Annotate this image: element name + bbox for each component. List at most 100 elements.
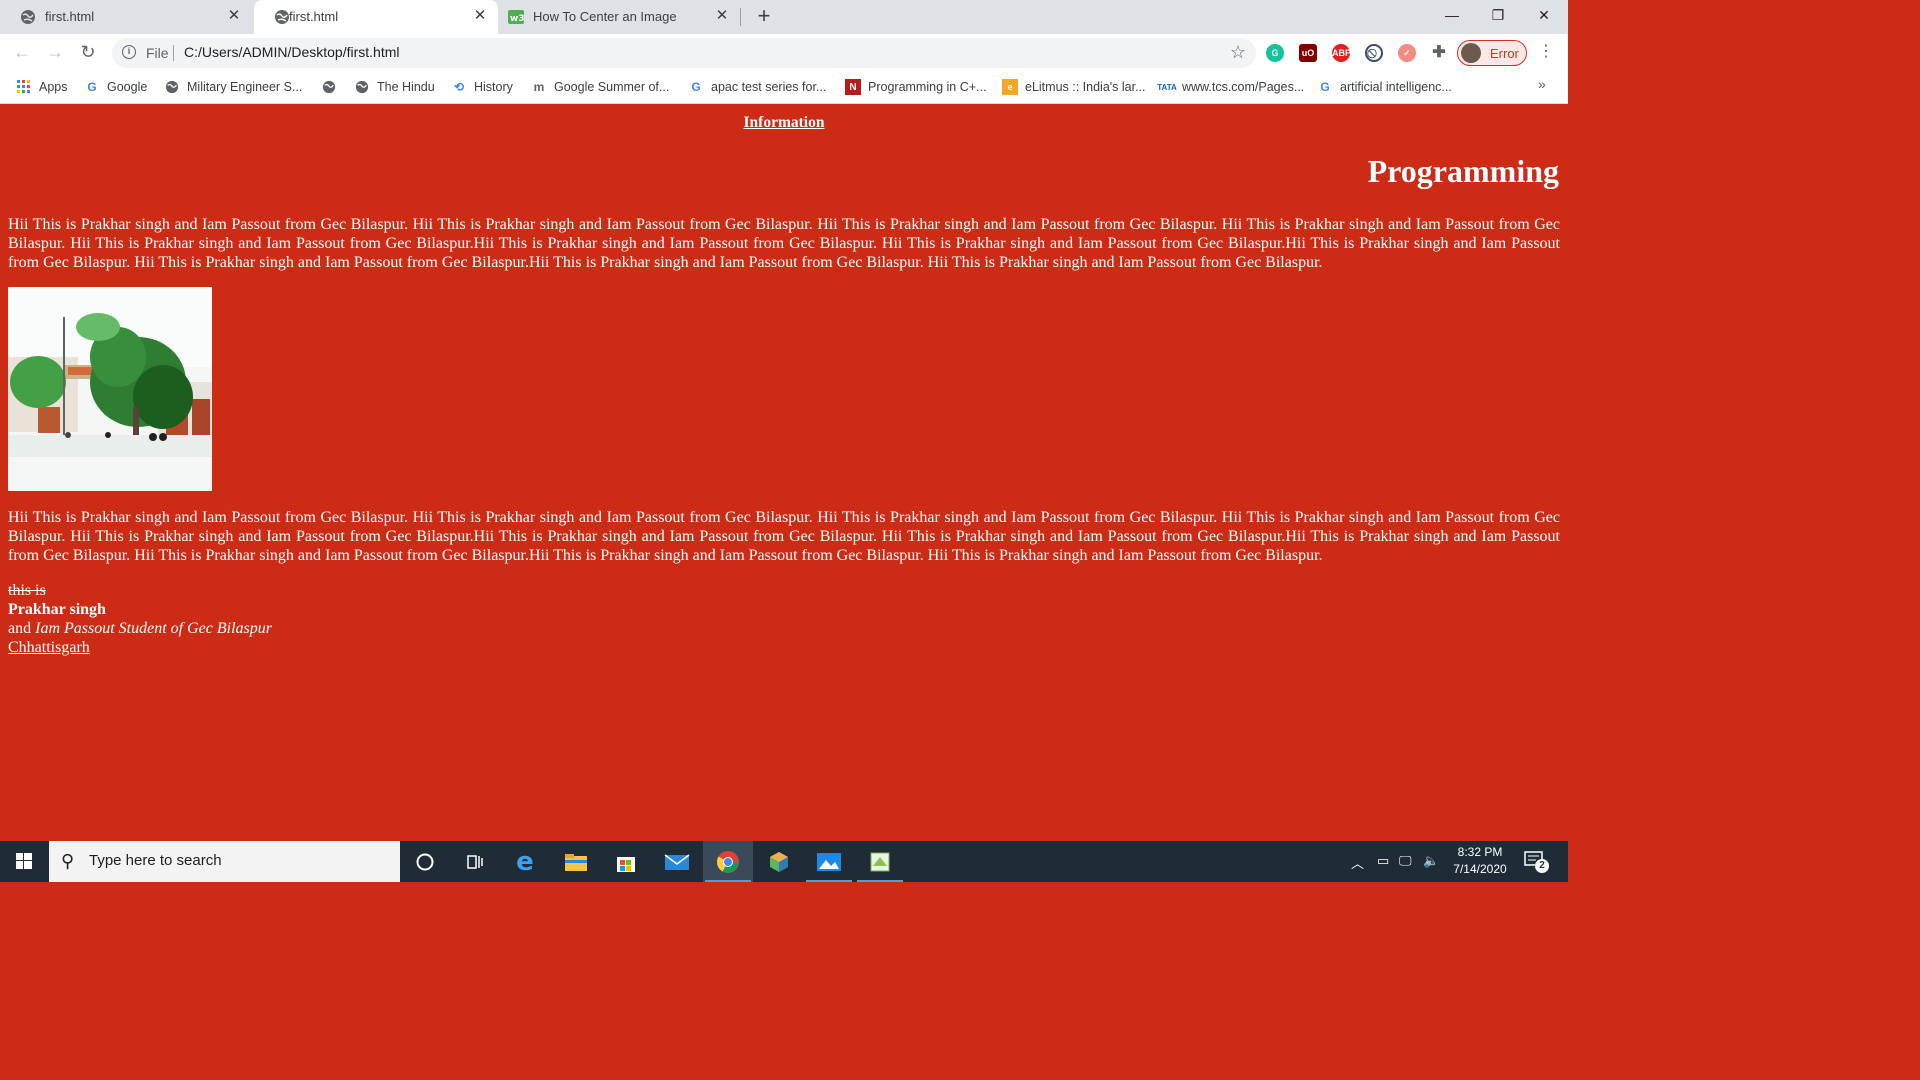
new-tab-button[interactable]: + bbox=[754, 5, 774, 28]
programming-heading: Programming bbox=[1367, 153, 1559, 189]
tab-strip: first.html ✕ first.html ✕ w3 How To Cent… bbox=[0, 0, 1568, 34]
address-bar[interactable]: i File C:/Users/ADMIN/Desktop/first.html… bbox=[112, 38, 1256, 68]
menu-dots-icon[interactable]: ⋮ bbox=[1538, 42, 1554, 62]
bookmark-military-engineer[interactable]: Military Engineer S... bbox=[164, 78, 302, 96]
shield-icon[interactable]: ✓ bbox=[1398, 44, 1416, 62]
svg-text:w3: w3 bbox=[510, 14, 524, 24]
block-icon[interactable]: ⃠ bbox=[1365, 44, 1383, 62]
bookmark-label: eLitmus :: India's lar... bbox=[1025, 80, 1146, 94]
bookmark-google[interactable]: G Google bbox=[84, 78, 147, 96]
notification-center-icon[interactable]: 2 bbox=[1524, 851, 1549, 873]
maximize-button[interactable]: ❐ bbox=[1486, 4, 1510, 26]
bookmark-unnamed[interactable] bbox=[321, 78, 344, 96]
bookmark-label: apac test series for... bbox=[711, 80, 827, 94]
bookmark-label: Military Engineer S... bbox=[187, 80, 303, 94]
apps-grid-icon bbox=[16, 79, 32, 95]
w3schools-icon: w3 bbox=[508, 9, 524, 25]
bookmark-history[interactable]: ⟲ History bbox=[451, 78, 513, 96]
information-heading: Information bbox=[743, 114, 825, 131]
bookmarks-bar: Apps G Google Military Engineer S... The… bbox=[0, 70, 1568, 104]
photos-icon[interactable] bbox=[804, 841, 854, 882]
tab-close-icon[interactable]: ✕ bbox=[472, 8, 488, 24]
profile-button[interactable]: Error bbox=[1457, 40, 1527, 66]
history-icon: ⟲ bbox=[453, 80, 465, 94]
mail-icon[interactable] bbox=[652, 841, 702, 882]
file-explorer-icon[interactable] bbox=[551, 841, 601, 882]
bookmark-the-hindu[interactable]: The Hindu bbox=[354, 78, 435, 96]
profile-status-label: Error bbox=[1490, 46, 1519, 61]
tab-close-icon[interactable]: ✕ bbox=[714, 8, 730, 24]
adblock-plus-icon[interactable]: ABP bbox=[1332, 44, 1351, 62]
intro-paragraph: Hii This is Prakhar singh and Iam Passou… bbox=[8, 216, 1560, 271]
reload-icon[interactable]: ↻ bbox=[76, 40, 100, 64]
browser-toolbar: ← → ↻ i File C:/Users/ADMIN/Desktop/firs… bbox=[0, 34, 1568, 70]
bookmark-apac-test[interactable]: G apac test series for... bbox=[688, 78, 826, 96]
bookmark-google-summer[interactable]: m Google Summer of... bbox=[531, 78, 670, 96]
second-paragraph: Hii This is Prakhar singh and Iam Passou… bbox=[8, 509, 1560, 564]
ublock-icon[interactable]: uO bbox=[1299, 44, 1317, 62]
app-cube-icon[interactable] bbox=[754, 841, 804, 882]
taskbar-search[interactable]: ⚲ Type here to search bbox=[49, 841, 400, 882]
open-indicator bbox=[806, 880, 852, 882]
tab-title: first.html bbox=[289, 9, 339, 24]
network-icon[interactable]: 🖵 bbox=[1399, 853, 1412, 869]
bookmarks-overflow-button[interactable]: » bbox=[1538, 76, 1546, 92]
store-icon[interactable] bbox=[601, 841, 651, 882]
bookmark-label: The Hindu bbox=[377, 80, 435, 94]
back-arrow-icon[interactable]: ← bbox=[10, 40, 34, 64]
chrome-icon[interactable] bbox=[703, 841, 753, 882]
avatar bbox=[1461, 43, 1481, 63]
bookmark-label: Programming in C+... bbox=[868, 80, 987, 94]
forward-arrow-icon[interactable]: → bbox=[43, 40, 67, 64]
bookmark-elitmus[interactable]: e eLitmus :: India's lar... bbox=[1002, 78, 1146, 96]
author-description: and Iam Passout Student of Gec Bilaspur bbox=[8, 619, 272, 638]
tab-close-icon[interactable]: ✕ bbox=[226, 8, 242, 24]
tab-how-to-center[interactable]: w3 How To Center an Image ✕ bbox=[498, 0, 742, 34]
globe-icon bbox=[20, 9, 36, 25]
extensions-puzzle-icon[interactable]: ✚ bbox=[1430, 44, 1448, 62]
system-clock[interactable]: 8:32 PM 7/14/2020 bbox=[1440, 844, 1520, 878]
search-icon: ⚲ bbox=[61, 851, 75, 871]
web-page: Information Programming Hii This is Prak… bbox=[0, 105, 1568, 841]
info-icon[interactable]: i bbox=[122, 45, 136, 59]
google-icon: G bbox=[87, 80, 97, 94]
omnibox-separator bbox=[173, 45, 174, 61]
cortana-icon[interactable] bbox=[400, 841, 450, 882]
notepad-icon[interactable] bbox=[855, 841, 905, 882]
bookmark-label: Apps bbox=[39, 80, 68, 94]
globe-icon bbox=[354, 79, 370, 95]
search-placeholder: Type here to search bbox=[89, 852, 222, 869]
bookmark-apps[interactable]: Apps bbox=[16, 78, 68, 96]
start-button[interactable] bbox=[0, 841, 48, 882]
open-indicator bbox=[857, 880, 903, 882]
m-icon: m bbox=[533, 80, 545, 94]
show-hidden-icons-chevron-icon[interactable]: ︿ bbox=[1351, 853, 1364, 872]
active-indicator bbox=[705, 880, 751, 882]
tab-title: How To Center an Image bbox=[533, 9, 677, 24]
bookmark-star-icon[interactable]: ☆ bbox=[1230, 42, 1246, 63]
battery-icon[interactable]: ▭ bbox=[1377, 853, 1389, 869]
elitmus-icon: e bbox=[1002, 79, 1018, 95]
tab-first-html-1[interactable]: first.html ✕ bbox=[0, 0, 252, 34]
bookmark-label: Google Summer of... bbox=[554, 80, 670, 94]
college-building-image bbox=[8, 287, 212, 491]
bookmark-programming-c[interactable]: N Programming in C+... bbox=[845, 78, 986, 96]
bookmark-label: Google bbox=[107, 80, 148, 94]
bookmark-label: artificial intelligenc... bbox=[1340, 80, 1452, 94]
task-view-icon[interactable] bbox=[450, 841, 500, 882]
grammarly-icon[interactable]: G bbox=[1266, 44, 1284, 62]
clock-date: 7/14/2020 bbox=[1453, 862, 1507, 876]
google-icon: G bbox=[1320, 80, 1330, 94]
minimize-button[interactable]: — bbox=[1440, 4, 1464, 26]
url-text[interactable]: C:/Users/ADMIN/Desktop/first.html bbox=[184, 44, 399, 60]
bookmark-tcs[interactable]: TATA www.tcs.com/Pages... bbox=[1157, 78, 1305, 96]
location-text: Chhattisgarh bbox=[8, 639, 90, 656]
bookmark-artificial-intelligence[interactable]: G artificial intelligenc... bbox=[1317, 78, 1452, 96]
volume-icon[interactable]: 🔈 bbox=[1423, 853, 1439, 869]
google-icon: G bbox=[691, 80, 701, 94]
close-window-button[interactable]: ✕ bbox=[1532, 4, 1556, 26]
tab-first-html-2[interactable]: first.html ✕ bbox=[254, 0, 498, 34]
edge-icon[interactable]: e bbox=[500, 841, 550, 882]
struck-text: this is bbox=[8, 582, 46, 599]
bookmark-label: www.tcs.com/Pages... bbox=[1182, 80, 1305, 94]
